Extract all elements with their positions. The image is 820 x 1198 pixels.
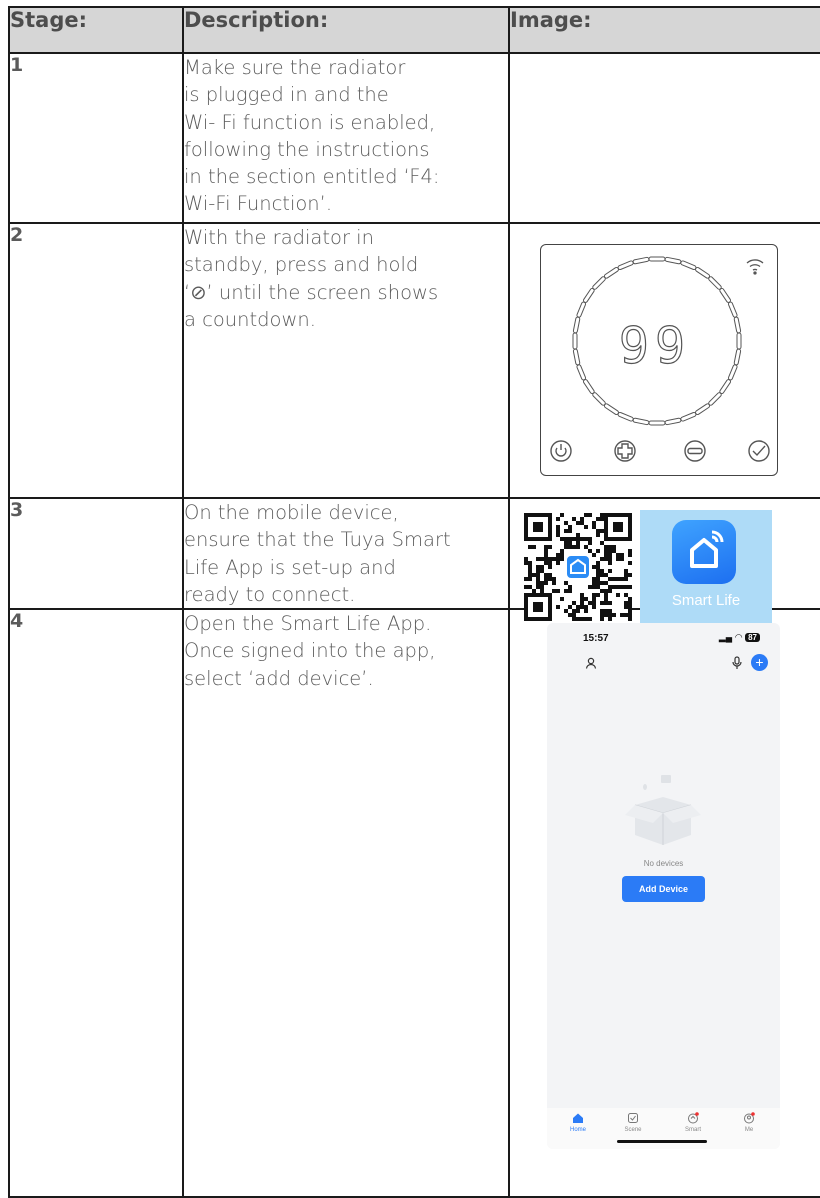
plus-button-icon [614,440,636,462]
step-image-thermostat: 99 [508,222,820,499]
home-icon [573,1113,583,1124]
tab-label: Scene [624,1127,642,1134]
steps-table: Stage: Description: Image: 1 Make sure t… [8,6,820,1198]
confirm-button-icon [748,440,770,462]
stage-number: 3 [8,496,184,611]
tab-bar: Home Scene Smart Me [547,1108,780,1150]
phone-screenshot: 15:57 ▂▄ ◠ 87 + No devices Add Device Ho… [547,623,780,1150]
tab-label: Home [569,1127,586,1134]
desc-line: Wi- Fi function is enabled, [184,110,436,134]
home-indicator [617,1140,707,1144]
thermostat-display: 99 [619,317,691,375]
tab-label: Smart [684,1127,701,1134]
wifi-icon [746,259,764,275]
user-icon[interactable] [585,656,597,674]
add-device-button[interactable]: Add Device [622,876,705,903]
tab-home[interactable]: Home [558,1112,598,1133]
no-devices-text: No devices [643,859,684,869]
smart-life-home-icon [672,520,736,584]
minus-button-icon [684,440,706,462]
desc-line: Life App is set-up and [184,555,396,579]
tab-label: Me [744,1127,754,1134]
power-button-icon [550,440,572,462]
smart-life-label: Smart Life [671,592,741,609]
desc-line: Wi-Fi Function’. [184,192,333,216]
wifi-status-icon: ◠ [734,632,743,643]
header-stage: Stage: [8,6,184,54]
step-description: On the mobile device, ensure that the Tu… [182,496,510,611]
header-image: Image: [508,6,820,54]
table-row: 4 Open the Smart Life App. Once signed i… [8,608,820,1198]
desc-line: Open the Smart Life App. [184,612,432,636]
step-description: Make sure the radiator is plugged in and… [182,52,510,224]
desc-line: standby, press and hold [184,253,419,277]
stage-number: 1 [8,52,184,224]
microphone-icon[interactable] [732,656,742,675]
status-time: 15:57 [583,633,609,645]
tab-me[interactable]: Me [729,1112,769,1133]
me-icon [744,1112,755,1124]
header-description: Description: [182,6,510,54]
stage-number: 4 [8,608,184,1198]
thermostat-panel: 99 [540,244,778,476]
desc-line: Make sure the radiator [184,56,406,79]
desc-line: ready to connect. [184,582,356,606]
desc-line: a countdown. [184,307,316,331]
desc-line: ‘⊘’ until the screen shows [184,280,439,304]
table-row: 2 With the radiator in standby, press an… [8,222,820,499]
battery-icon: 87 [745,633,760,643]
smart-icon [688,1112,699,1124]
tab-scene[interactable]: Scene [613,1112,653,1133]
header-row: Stage: Description: Image: [8,6,820,54]
add-icon[interactable]: + [751,654,768,672]
step-image-empty [508,52,820,224]
desc-line: Once signed into the app, [184,639,436,663]
step-description: Open the Smart Life App. Once signed int… [182,608,510,1198]
desc-line: With the radiator in [184,226,374,249]
desc-line: following the instructions [184,137,430,161]
tab-smart[interactable]: Smart [673,1112,713,1133]
qr-code-icon [524,513,632,621]
scene-icon [628,1113,638,1124]
table-row: 1 Make sure the radiator is plugged in a… [8,52,820,224]
desc-line: in the section entitled ‘F4: [184,165,440,189]
desc-line: On the mobile device, [184,501,399,524]
step-image-phone: 15:57 ▂▄ ◠ 87 + No devices Add Device Ho… [508,608,820,1198]
desc-line: is plugged in and the [184,83,389,107]
table-row: 3 On the mobile device, ensure that the … [8,496,820,627]
desc-line: select ‘add device’. [184,666,374,690]
signal-icon: ▂▄ [718,632,733,643]
step-description: With the radiator in standby, press and … [182,222,510,499]
step-image-app: Smart Life [508,496,820,627]
status-bar-icons: ▂▄ ◠ 87 [719,632,760,643]
desc-line: ensure that the Tuya Smart [184,528,451,552]
stage-number: 2 [8,222,184,499]
empty-box-icon [613,775,713,860]
